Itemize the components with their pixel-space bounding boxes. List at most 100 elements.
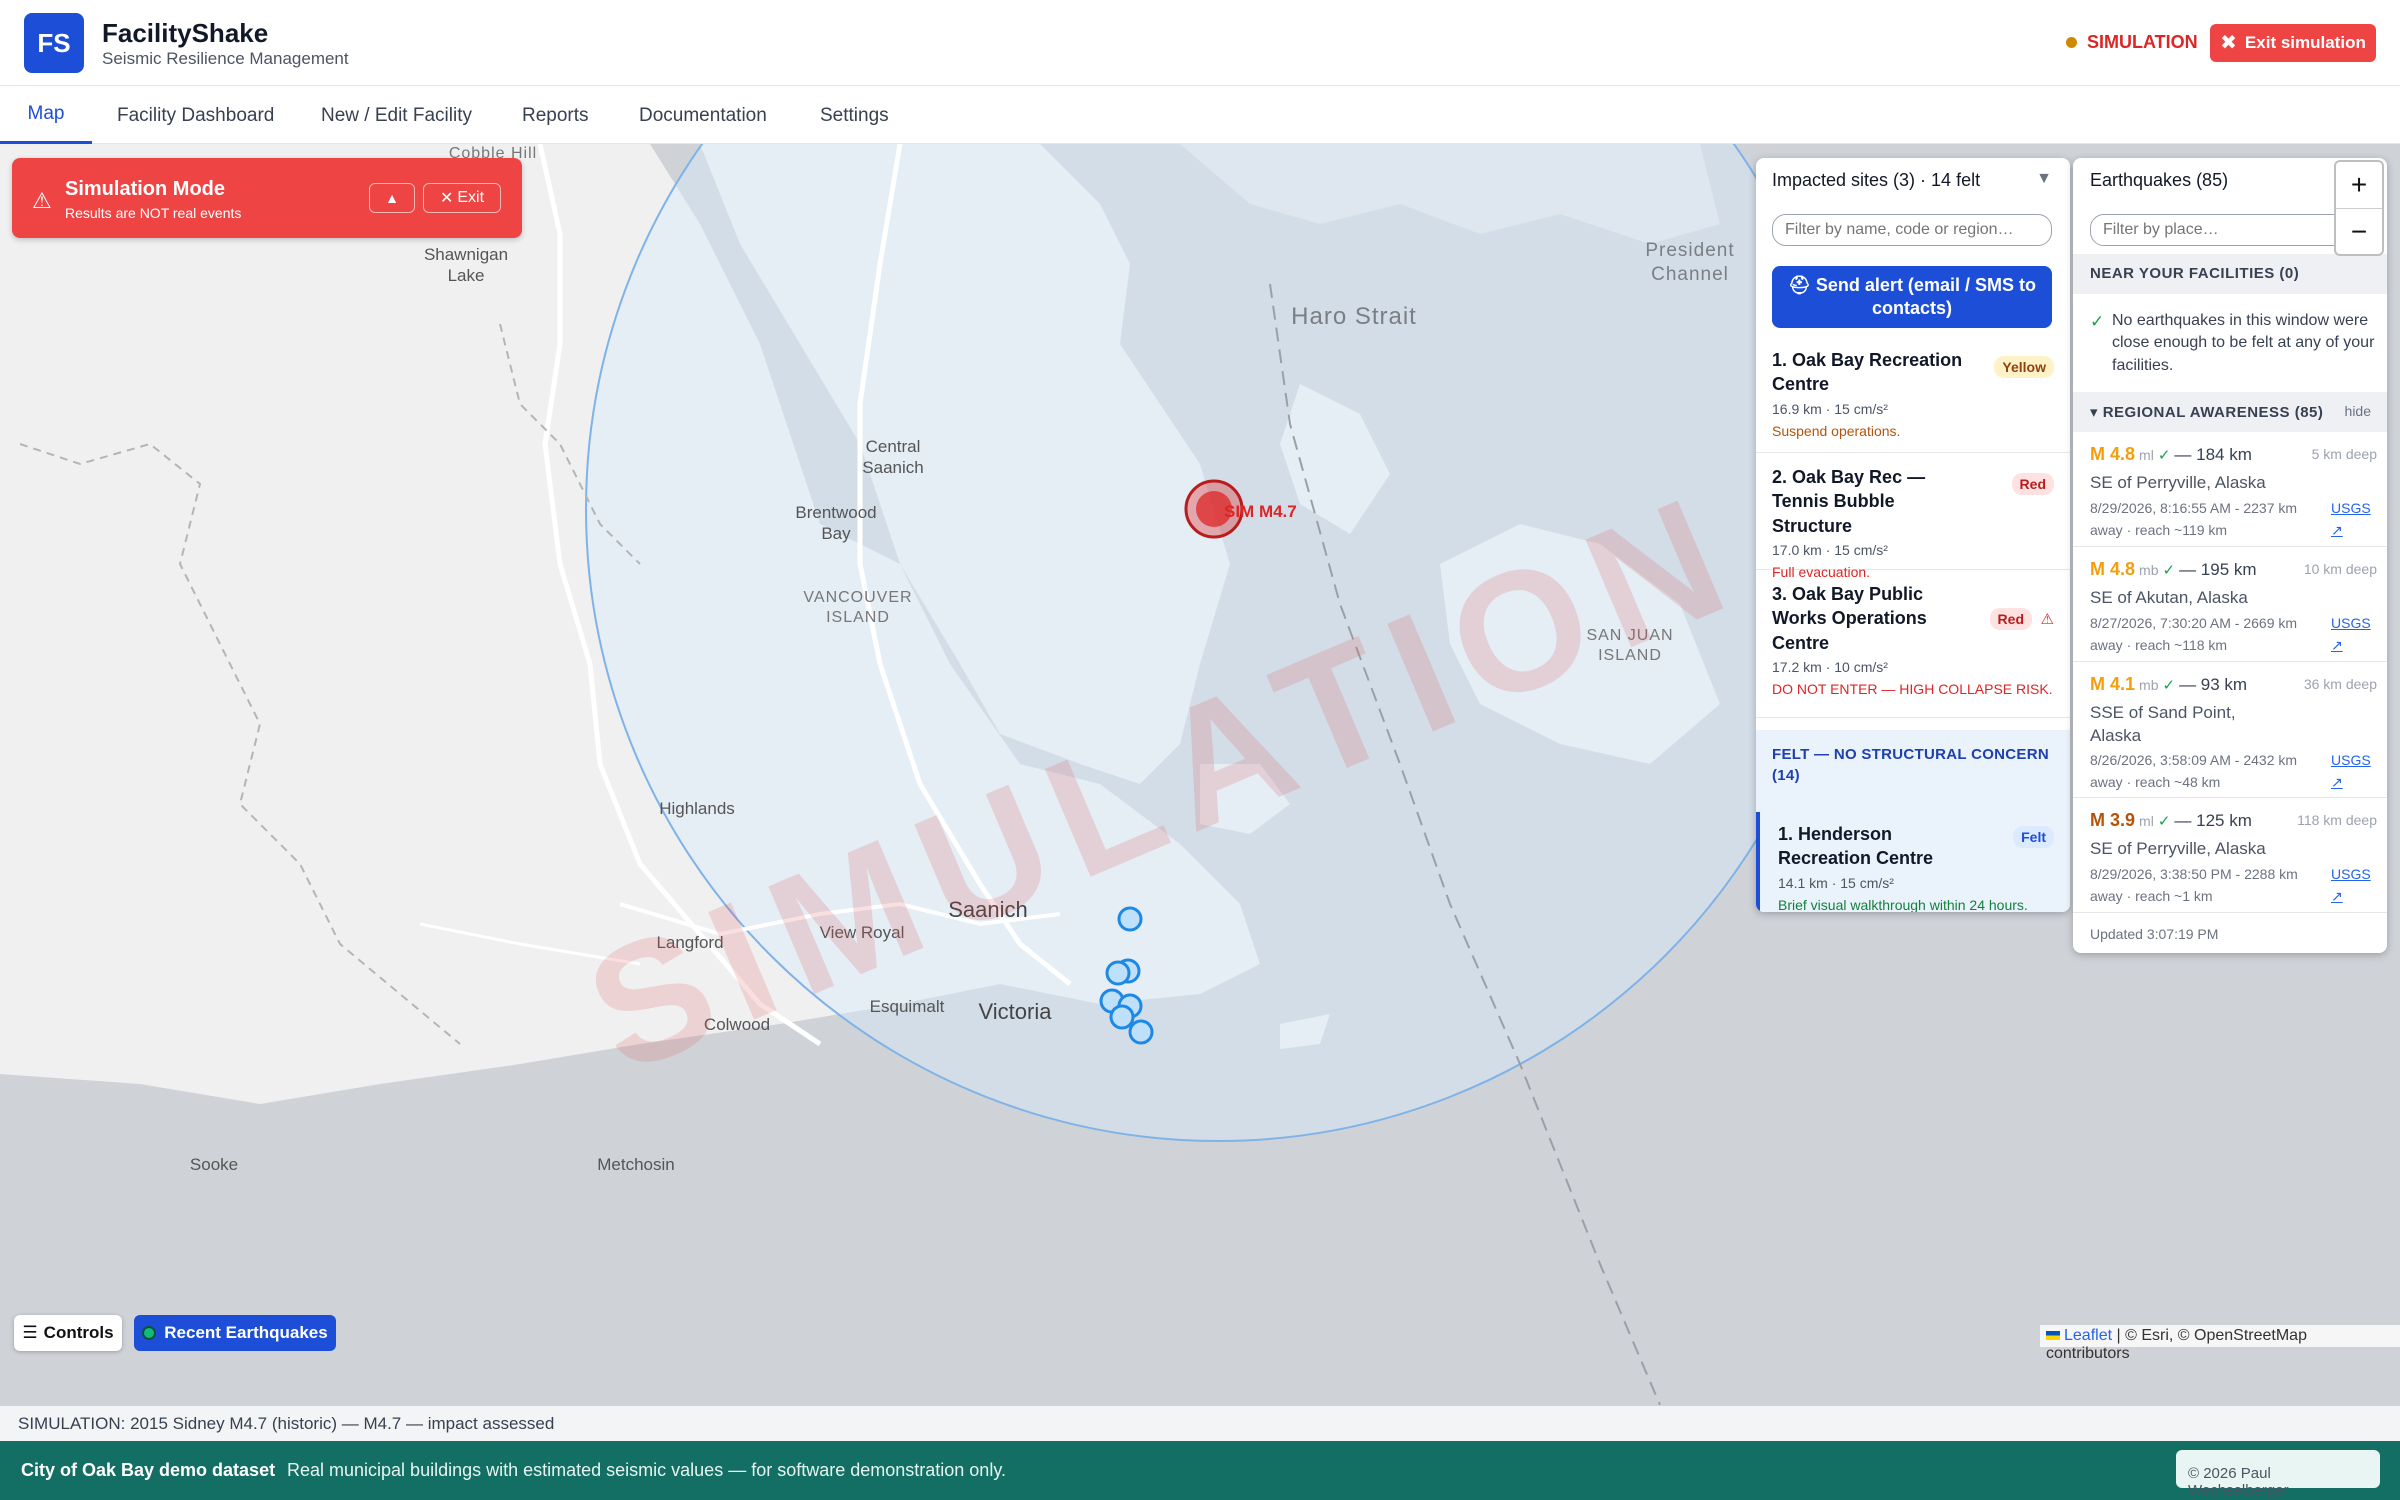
zoom-in-button[interactable]: + xyxy=(2336,162,2382,208)
earthquakes-panel: Earthquakes (85) NEAR YOUR FACILITIES (0… xyxy=(2073,158,2387,953)
tab-new-edit-facility[interactable]: New / Edit Facility xyxy=(321,87,472,144)
epicenter-label: SIM M4.7 xyxy=(1224,502,1297,521)
globe-icon xyxy=(142,1326,157,1340)
earthquake-depth: 5 km deep xyxy=(2311,446,2377,462)
footer-copyright: © 2026 Paul Wechselberger xyxy=(2176,1450,2380,1499)
tab-map[interactable]: Map xyxy=(0,87,92,144)
site-meta: 17.2 km · 10 cm/s² xyxy=(1772,658,1888,675)
status-dot-icon xyxy=(2066,37,2077,48)
exit-simulation-button[interactable]: ✖ Exit simulation xyxy=(2210,24,2376,62)
impacted-site-item[interactable]: Yellow 1. Oak Bay Recreation Centre 16.9… xyxy=(1756,336,2070,453)
recent-earthquakes-button[interactable]: Recent Earthquakes xyxy=(134,1315,336,1351)
usgs-link[interactable]: USGS ↗ xyxy=(2331,498,2371,541)
earthquake-magnitude: M 4.8 mb ✓ — 195 km xyxy=(2090,559,2257,580)
simulation-indicator-label: SIMULATION xyxy=(2087,32,2198,52)
near-facilities-header: NEAR YOUR FACILITIES (0) xyxy=(2073,254,2387,294)
simulation-banner-subtitle: Results are NOT real events xyxy=(65,205,242,221)
earthquake-time: 8/26/2026, 3:58:09 AM - 2432 km away · r… xyxy=(2090,752,2298,790)
magnitude-type: ml xyxy=(2139,447,2154,463)
simulation-banner-title: Simulation Mode xyxy=(65,178,225,200)
map-label-victoria: Victoria xyxy=(978,999,1052,1024)
send-alert-button[interactable]: ⛑ Send alert (email / SMS to contacts) xyxy=(1772,266,2052,328)
usgs-link[interactable]: USGS ↗ xyxy=(2331,613,2371,656)
tab-facility-dashboard[interactable]: Facility Dashboard xyxy=(117,87,274,144)
footer: City of Oak Bay demo dataset Real munici… xyxy=(0,1441,2400,1500)
map-label-president-channel: President Channel xyxy=(1645,240,1735,285)
footer-text: Real municipal buildings with estimated … xyxy=(287,1460,1006,1480)
no-nearby-message: ✓ No earthquakes in this window were clo… xyxy=(2090,310,2375,377)
earthquake-item[interactable]: M 4.1 mb ✓ — 93 km 36 km deep SSE of Sand P… xyxy=(2073,662,2387,798)
zoom-control: + − xyxy=(2334,160,2384,256)
close-icon: ✖ xyxy=(2220,32,2237,54)
earthquake-item[interactable]: M 3.9 ml ✓ — 125 km 118 km deep SE of Perry… xyxy=(2073,798,2387,913)
check-icon: ✓ xyxy=(2090,312,2105,331)
earthquake-time: 8/29/2026, 3:38:50 PM - 2288 km away · r… xyxy=(2090,866,2298,904)
reach-distance: — 184 km xyxy=(2174,445,2252,464)
main-nav: Map Facility Dashboard New / Edit Facili… xyxy=(0,87,2400,144)
controls-label: Controls xyxy=(43,1323,114,1342)
menu-icon: ☰ xyxy=(22,1323,38,1342)
collapse-panel-icon[interactable]: ▼ xyxy=(2036,170,2052,188)
reach-distance: — 125 km xyxy=(2174,811,2252,830)
simulation-indicator: SIMULATION xyxy=(2066,32,2198,53)
check-icon: ✓ xyxy=(2157,813,2171,830)
reach-distance: — 195 km xyxy=(2179,560,2257,579)
ukraine-flag-icon xyxy=(2046,1331,2060,1341)
earthquake-depth: 36 km deep xyxy=(2303,676,2377,692)
magnitude-type: mb xyxy=(2139,562,2159,578)
impacted-sites-header: Impacted sites (3) · 14 felt xyxy=(1772,170,1981,190)
controls-button[interactable]: ☰ Controls xyxy=(14,1315,122,1351)
site-meta: 14.1 km · 15 cm/s² xyxy=(1778,874,1894,891)
no-nearby-text: No earthquakes in this window were close… xyxy=(2112,312,2375,374)
check-icon: ✓ xyxy=(2162,677,2176,694)
status-badge: Red xyxy=(2011,473,2054,495)
impacted-filter-input[interactable] xyxy=(1772,214,2052,246)
zoom-out-button[interactable]: − xyxy=(2336,208,2382,254)
map-label-sooke: Sooke xyxy=(189,1155,239,1174)
updated-timestamp: Updated 3:07:19 PM xyxy=(2090,926,2219,942)
earthquake-filter-input[interactable] xyxy=(2090,214,2350,246)
magnitude-type: mb xyxy=(2139,677,2159,693)
earthquake-place: SE of Akutan, Alaska xyxy=(2090,588,2248,607)
felt-section-header: FELT — NO STRUCTURAL CONCERN (14) xyxy=(1772,746,2050,784)
regional-awareness-header[interactable]: ▾ REGIONAL AWARENESS (85) hide xyxy=(2073,392,2387,432)
banner-exit-button[interactable]: ✕ Exit xyxy=(423,183,501,213)
earthquake-time: 8/29/2026, 8:16:55 AM - 2237 km away · r… xyxy=(2090,500,2298,538)
earthquake-depth: 10 km deep xyxy=(2303,561,2377,577)
magnitude-value: M 4.8 xyxy=(2090,559,2136,579)
collapse-banner-button[interactable]: ▲ xyxy=(369,183,415,213)
simulation-banner: ⚠ Simulation Mode Results are NOT real e… xyxy=(12,158,522,238)
earthquake-item[interactable]: M 4.8 mb ✓ — 195 km 10 km deep SE of Akutan… xyxy=(2073,547,2387,662)
earthquake-item[interactable]: M 4.8 ml ✓ — 184 km 5 km deep SE of Perryvi… xyxy=(2073,432,2387,547)
site-meta: 16.9 km · 15 cm/s² xyxy=(1772,400,1888,417)
impacted-site-item[interactable]: Red 2. Oak Bay Rec — Tennis Bubble Struc… xyxy=(1756,453,2070,580)
status-badge: Red xyxy=(1989,608,2032,630)
warning-icon: ⚠ xyxy=(2040,611,2054,628)
map-label-vancouver-island: VANCOUVER ISLAND xyxy=(803,589,913,626)
earthquake-magnitude: M 4.8 ml ✓ — 184 km xyxy=(2090,444,2252,465)
earthquake-time: 8/27/2026, 7:30:20 AM - 2669 km away · r… xyxy=(2090,615,2298,653)
app-logo[interactable]: FS xyxy=(24,13,84,73)
usgs-link[interactable]: USGS ↗ xyxy=(2331,864,2371,907)
tab-reports[interactable]: Reports xyxy=(522,87,589,144)
earthquakes-header: Earthquakes (85) xyxy=(2090,170,2229,190)
tab-settings[interactable]: Settings xyxy=(820,87,889,144)
app-header: FS FacilityShake Seismic Resilience Mana… xyxy=(0,0,2400,86)
impacted-site-item[interactable]: Red ⚠ 3. Oak Bay Public Works Operations… xyxy=(1756,570,2070,718)
site-name: 1. Henderson Recreation Centre xyxy=(1778,824,1934,869)
check-icon: ✓ xyxy=(2162,562,2176,579)
app-subtitle: Seismic Resilience Management xyxy=(102,49,349,68)
leaflet-link[interactable]: Leaflet xyxy=(2064,1327,2112,1344)
reach-distance: — 93 km xyxy=(2179,675,2248,694)
status-badge: Felt xyxy=(2013,826,2054,848)
earthquake-magnitude: M 3.9 ml ✓ — 125 km xyxy=(2090,810,2252,831)
recent-earthquakes-label: Recent Earthquakes xyxy=(164,1323,328,1342)
status-badge: Yellow xyxy=(1994,356,2054,378)
hide-link[interactable]: hide xyxy=(2345,403,2371,419)
site-name: 3. Oak Bay Public Works Operations Centr… xyxy=(1772,584,1927,653)
tab-documentation[interactable]: Documentation xyxy=(639,87,767,144)
usgs-link[interactable]: USGS ↗ xyxy=(2331,750,2371,793)
map-attribution: Leaflet | © Esri, © OpenStreetMap contri… xyxy=(2040,1325,2400,1362)
site-name: 2. Oak Bay Rec — Tennis Bubble Structure xyxy=(1772,467,1926,536)
felt-site-item[interactable]: Felt 1. Henderson Recreation Centre 14.1… xyxy=(1756,812,2070,912)
